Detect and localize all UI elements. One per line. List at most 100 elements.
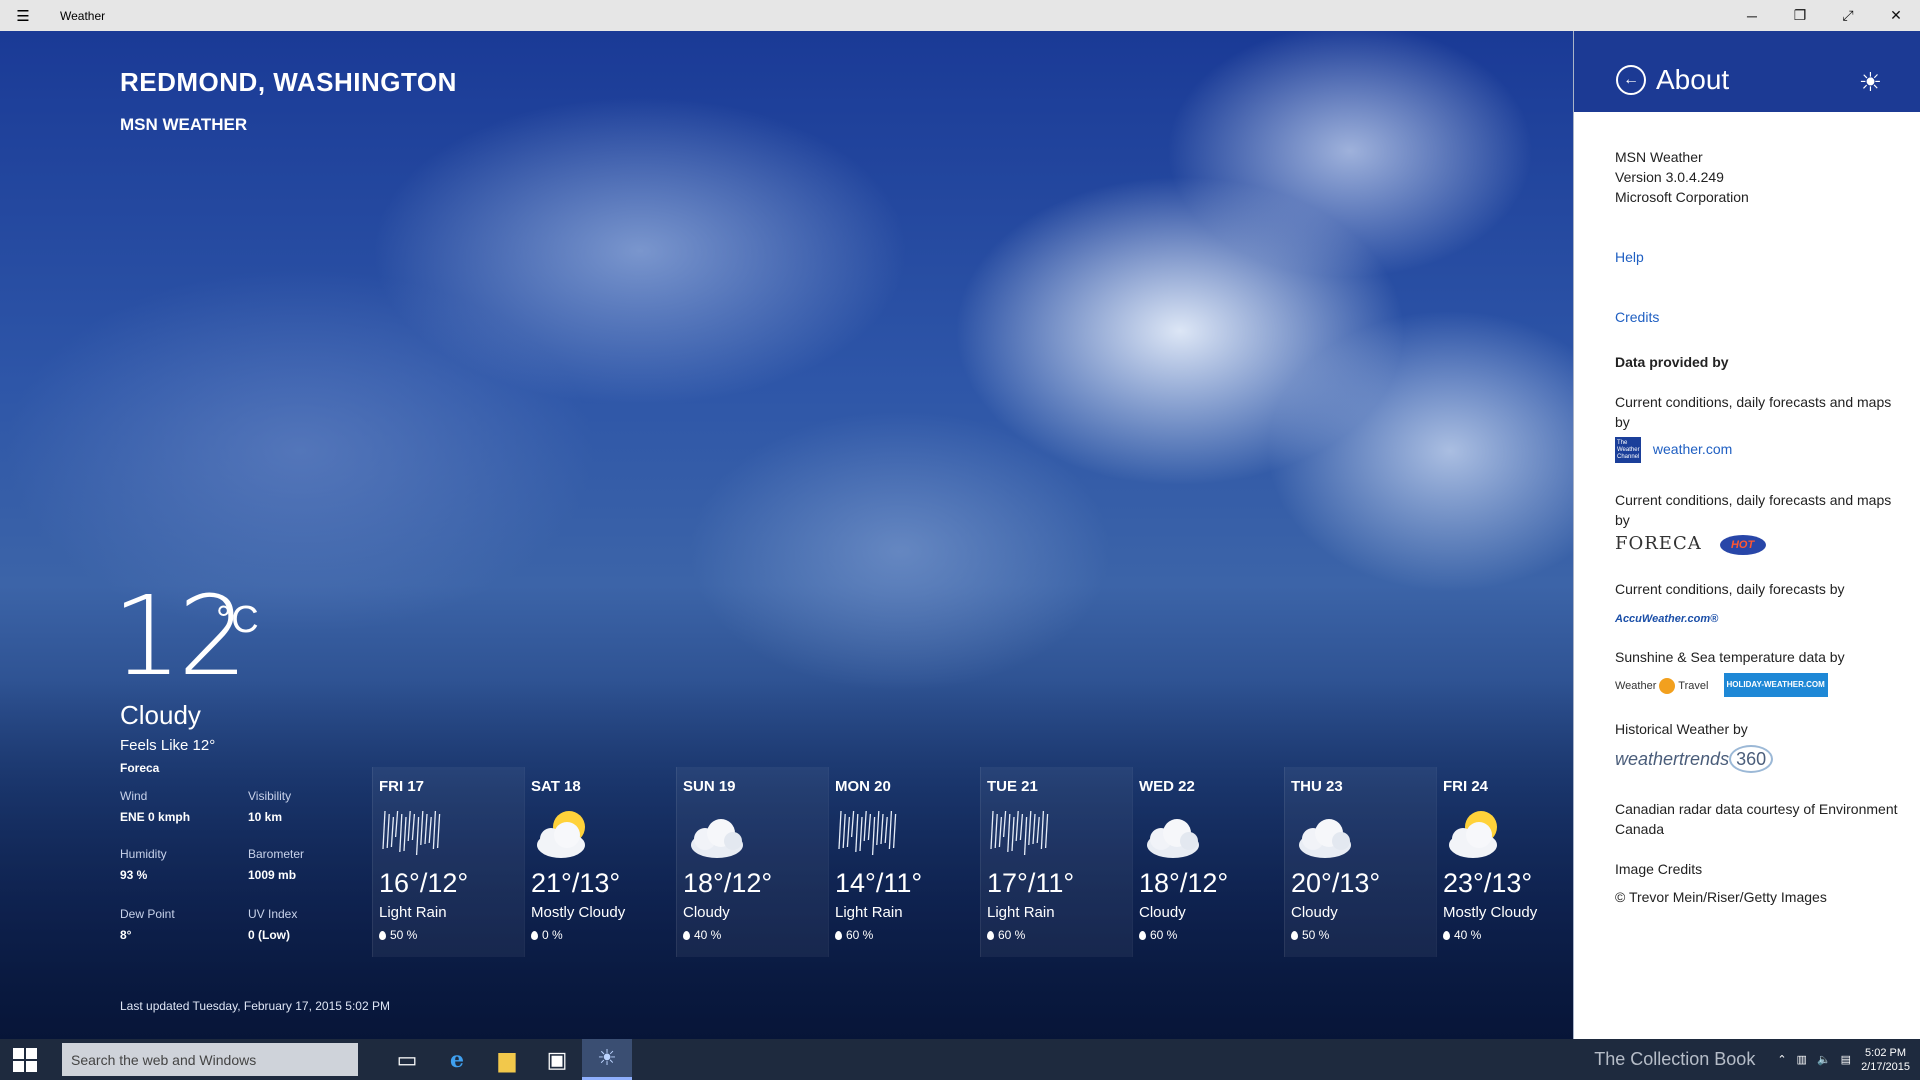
about-header: ← About ☀	[1574, 31, 1920, 112]
fullscreen-icon[interactable]: ⤢	[1824, 0, 1872, 31]
cloud-icon	[683, 805, 753, 865]
network-icon[interactable]: ▥	[1797, 1053, 1807, 1066]
weather-main: REDMOND, WASHINGTON MSN WEATHER 12 °C Cl…	[0, 31, 1573, 1039]
task-view-icon[interactable]: ▭	[382, 1039, 432, 1080]
hot-logo: HOT	[1719, 535, 1766, 556]
dewpoint-label: Dew Point	[120, 907, 175, 921]
wt-logo-b: 360	[1729, 745, 1774, 773]
forecast-hilo: 21°/13°	[531, 868, 621, 898]
precip-value: 40 %	[694, 928, 722, 942]
forecast-day[interactable]: MON 20 14°/11° Light Rain 60 %	[828, 767, 980, 957]
window-title: Weather	[60, 8, 106, 23]
forecast-hilo: 18°/12°	[683, 868, 773, 898]
visibility-label: Visibility	[248, 789, 292, 803]
forecast-hilo: 14°/11°	[835, 868, 923, 898]
precip-value: 40 %	[1454, 928, 1482, 942]
store-icon[interactable]: ▣	[532, 1039, 582, 1080]
forecast-day[interactable]: FRI 17 16°/12° Light Rain 50 %	[372, 767, 524, 957]
weather2travel-logo: Weather Travel	[1615, 677, 1712, 694]
weather-channel-logo: The Weather Channel	[1615, 437, 1641, 463]
forecast-day[interactable]: SUN 19 18°/12° Cloudy 40 %	[676, 767, 828, 957]
image-credits-heading: Image Credits	[1615, 861, 1703, 877]
last-updated: Last updated Tuesday, February 17, 2015 …	[120, 999, 390, 1013]
weather-com-link[interactable]: weather.com	[1653, 441, 1732, 457]
holiday-weather-logo: HOLIDAY-WEATHER.COM	[1723, 673, 1828, 697]
weathertrends-logo: weathertrends 360	[1615, 745, 1774, 773]
taskbar-search-input[interactable]: Search the web and Windows	[62, 1043, 358, 1076]
forecast-hilo: 20°/13°	[1291, 868, 1381, 898]
forecast-day-name: FRI 24	[1443, 778, 1489, 795]
taskbar-clock[interactable]: 5:02 PM 2/17/2015	[1861, 1046, 1910, 1074]
forecast-day-name: TUE 21	[987, 778, 1038, 795]
cloud-icon	[1139, 805, 1209, 865]
precip-value: 60 %	[1150, 928, 1178, 942]
rain-icon	[987, 805, 1057, 865]
humidity-label: Humidity	[120, 847, 167, 861]
internet-explorer-icon[interactable]: e	[432, 1039, 482, 1080]
forecast-hilo: 18°/12°	[1139, 868, 1229, 898]
weathertrends-row: weathertrends 360	[1615, 745, 1905, 773]
watermark-text: The Collection Book	[1594, 1049, 1756, 1069]
close-icon[interactable]: ✕	[1872, 0, 1920, 31]
w2t-logo-b: Travel	[1678, 679, 1709, 692]
forecast-hilo: 16°/12°	[379, 868, 469, 898]
uv-detail: UV Index 0 (Low)	[248, 907, 368, 942]
accu-text: Current conditions, daily forecasts by	[1615, 581, 1845, 597]
action-center-icon[interactable]: ▤	[1841, 1053, 1851, 1066]
clock-time: 5:02 PM	[1865, 1046, 1907, 1059]
taskbar: Search the web and Windows ▭ e ▆ ▣ ☀ The…	[0, 1039, 1920, 1080]
partly-sunny-icon	[531, 805, 601, 865]
forecast-condition: Light Rain	[379, 904, 447, 921]
data-heading: Data provided by	[1615, 354, 1729, 370]
help-link[interactable]: Help	[1615, 247, 1905, 267]
start-button[interactable]	[0, 1039, 50, 1080]
forecast-day[interactable]: WED 22 18°/12° Cloudy 60 %	[1132, 767, 1284, 957]
about-title: About	[1656, 64, 1730, 95]
forecast-precip: 40 %	[1443, 928, 1481, 942]
forecast-day[interactable]: SAT 18 21°/13° Mostly Cloudy 0 %	[524, 767, 676, 957]
forecast-condition: Mostly Cloudy	[1443, 904, 1538, 921]
foreca-text: Current conditions, daily forecasts and …	[1615, 492, 1892, 528]
current-condition: Cloudy	[120, 700, 201, 730]
forecast-day[interactable]: FRI 24 23°/13° Mostly Cloudy 40 %	[1436, 767, 1573, 957]
humidity-value: 93 %	[120, 868, 148, 882]
location-title: REDMOND, WASHINGTON	[120, 67, 457, 97]
forecast-day[interactable]: TUE 21 17°/11° Light Rain 60 %	[980, 767, 1132, 957]
temperature-unit: °C	[216, 599, 259, 641]
raindrop-icon	[1139, 930, 1146, 940]
visibility-detail: Visibility 10 km	[248, 789, 368, 824]
forecast-condition: Cloudy	[1139, 904, 1186, 921]
dewpoint-value: 8°	[120, 928, 132, 942]
forecast-condition: Light Rain	[835, 904, 903, 921]
sun-ball-icon	[1659, 677, 1676, 694]
forecast-condition: Cloudy	[1291, 904, 1338, 921]
about-panel: ← About ☀ MSN Weather Version 3.0.4.249 …	[1573, 31, 1920, 1039]
weather-app-icon[interactable]: ☀	[582, 1039, 632, 1080]
show-hidden-icons-icon[interactable]: ⌃	[1777, 1053, 1786, 1066]
precip-value: 60 %	[998, 928, 1026, 942]
forecast-condition: Light Rain	[987, 904, 1055, 921]
restore-icon[interactable]: ❐	[1776, 0, 1824, 31]
barometer-label: Barometer	[248, 847, 305, 861]
forecast-hilo: 17°/11°	[987, 868, 1075, 898]
forecast-precip: 60 %	[987, 928, 1025, 942]
wind-label: Wind	[120, 789, 148, 803]
credits-link[interactable]: Credits	[1615, 307, 1905, 327]
sun-icon: ☀	[1858, 67, 1882, 97]
app-company: Microsoft Corporation	[1615, 189, 1749, 205]
volume-icon[interactable]: 🔈	[1817, 1053, 1831, 1066]
forecast-day-name: THU 23	[1291, 778, 1343, 795]
forecast-day[interactable]: THU 23 20°/13° Cloudy 50 %	[1284, 767, 1436, 957]
file-explorer-icon[interactable]: ▆	[482, 1039, 532, 1080]
visibility-value: 10 km	[248, 810, 283, 824]
minimize-icon[interactable]: ─	[1728, 0, 1776, 31]
wind-value: ENE 0 kmph	[120, 810, 191, 824]
w2t-logo-a: Weather	[1615, 679, 1657, 692]
foreca-row: FORECA HOT	[1615, 534, 1905, 556]
wt-logo-a: weathertrends	[1615, 749, 1730, 769]
sunshine-row: Weather Travel HOLIDAY-WEATHER.COM	[1615, 673, 1905, 697]
forecast-precip: 60 %	[835, 928, 873, 942]
back-arrow-icon[interactable]: ←	[1616, 65, 1646, 95]
humidity-detail: Humidity 93 %	[120, 847, 240, 882]
hamburger-icon[interactable]: ☰	[0, 0, 46, 31]
